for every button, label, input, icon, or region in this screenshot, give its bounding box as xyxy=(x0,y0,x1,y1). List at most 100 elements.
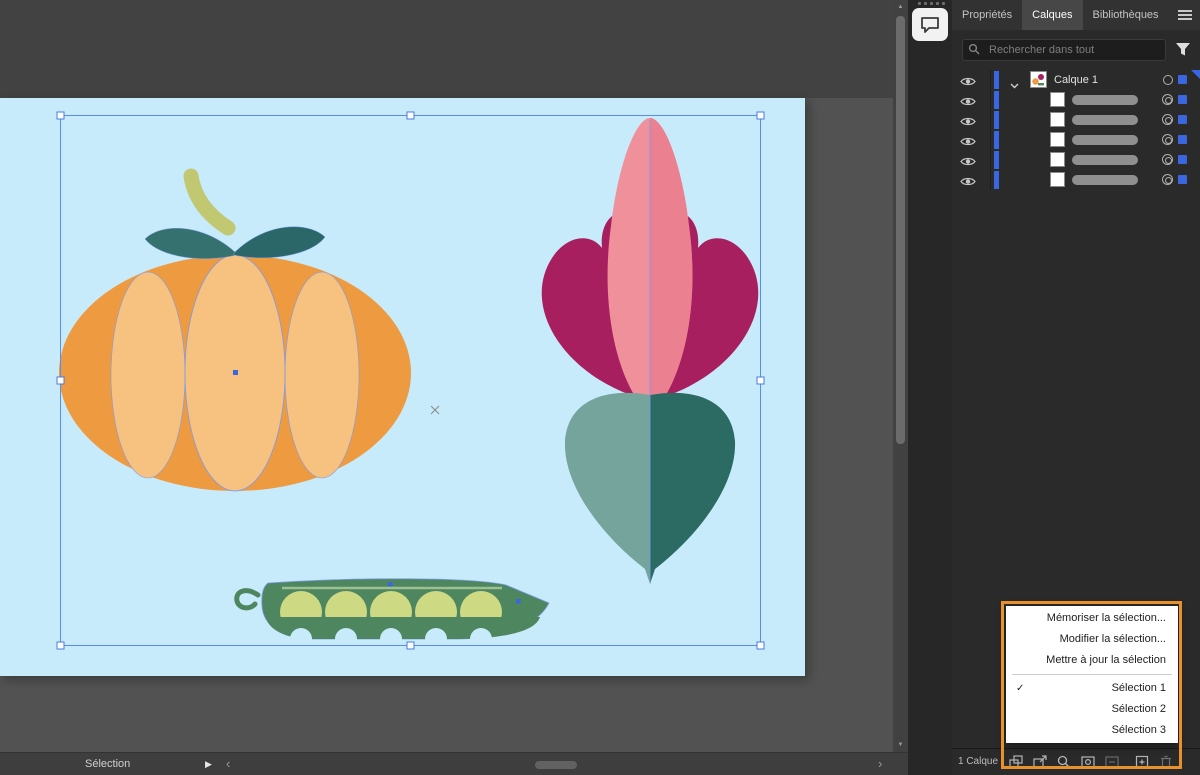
tab-bibliotheques[interactable]: Bibliothèques xyxy=(1083,0,1169,30)
beet-artwork[interactable] xyxy=(541,118,759,584)
clipping-mask-icon[interactable] xyxy=(1080,754,1096,770)
menu-separator xyxy=(1012,674,1172,675)
menu-item-selection-3[interactable]: Sélection 3 xyxy=(1006,720,1178,741)
row-divider xyxy=(990,150,991,170)
selection-square-indicator[interactable] xyxy=(1178,155,1187,164)
visibility-eye-icon[interactable] xyxy=(960,134,978,146)
collect-for-export-icon[interactable] xyxy=(1008,754,1024,770)
selection-square-indicator[interactable] xyxy=(1178,175,1187,184)
filter-icon[interactable] xyxy=(1175,42,1191,57)
hscroll-right-icon[interactable]: › xyxy=(878,756,882,771)
canvas-area[interactable]: ▲ ▼ Sélection ▶ ‹ › xyxy=(0,0,908,775)
sublayer-thumbnail[interactable] xyxy=(1050,112,1065,127)
comment-button[interactable] xyxy=(912,8,948,41)
comment-bubble-icon xyxy=(921,16,939,33)
active-tool-label: Sélection xyxy=(85,758,131,770)
panel-dock-strip xyxy=(908,0,952,775)
sublayer-name-pill xyxy=(1072,135,1138,145)
panel-menu-icon[interactable] xyxy=(1178,10,1192,20)
delete-layer-icon[interactable] xyxy=(1158,754,1174,770)
artboard[interactable] xyxy=(0,98,805,676)
selection-square-indicator[interactable] xyxy=(1178,115,1187,124)
visibility-eye-icon[interactable] xyxy=(960,74,978,86)
anchor-cross xyxy=(430,405,440,415)
selection-color-bar xyxy=(994,71,999,89)
layer-list: Calque 1 xyxy=(952,70,1200,190)
layer-row-sub[interactable] xyxy=(952,170,1200,190)
selection-color-bar xyxy=(994,91,999,109)
sublayer-name-pill xyxy=(1072,95,1138,105)
target-circle-icon[interactable] xyxy=(1162,174,1173,185)
visibility-eye-icon[interactable] xyxy=(960,174,978,186)
selection-square-indicator[interactable] xyxy=(1178,95,1187,104)
menu-item-mettre-a-jour[interactable]: Mettre à jour la sélection xyxy=(1006,650,1178,671)
selection-color-bar xyxy=(994,151,999,169)
layer-row-sub[interactable] xyxy=(952,130,1200,150)
status-play-icon[interactable]: ▶ xyxy=(205,759,212,770)
selection-square-indicator[interactable] xyxy=(1178,135,1187,144)
sublayer-thumbnail[interactable] xyxy=(1050,152,1065,167)
menu-item-modifier[interactable]: Modifier la sélection... xyxy=(1006,629,1178,650)
row-divider xyxy=(990,130,991,150)
row-divider xyxy=(990,170,991,190)
target-circle-icon[interactable] xyxy=(1162,94,1173,105)
sublayer-name-pill xyxy=(1072,155,1138,165)
target-circle-icon[interactable] xyxy=(1162,134,1173,145)
layer-row-sub[interactable] xyxy=(952,150,1200,170)
sublayer-thumbnail[interactable] xyxy=(1050,132,1065,147)
sublayer-name-pill xyxy=(1072,115,1138,125)
locate-object-icon[interactable] xyxy=(1056,754,1072,770)
layer-row-sub[interactable] xyxy=(952,110,1200,130)
sublayer-name-pill xyxy=(1072,175,1138,185)
pasteboard-top xyxy=(0,0,893,98)
selection-context-menu: Mémoriser la sélection... Modifier la sé… xyxy=(1006,606,1178,743)
layers-panel-footer: 1 Calque xyxy=(952,748,1200,775)
horizontal-scrollbar-thumb[interactable] xyxy=(535,761,577,769)
search-row xyxy=(952,36,1200,66)
sublayer-thumbnail[interactable] xyxy=(1050,172,1065,187)
new-sublayer-icon[interactable] xyxy=(1104,754,1120,770)
menu-item-selection-2[interactable]: Sélection 2 xyxy=(1006,699,1178,720)
tab-proprietes[interactable]: Propriétés xyxy=(952,0,1022,30)
vertical-scrollbar-thumb[interactable] xyxy=(896,16,905,444)
scroll-down-icon[interactable]: ▼ xyxy=(893,742,908,748)
menu-item-memoriser[interactable]: Mémoriser la sélection... xyxy=(1006,608,1178,629)
menu-item-selection-1[interactable]: ✓ Sélection 1 xyxy=(1006,678,1178,699)
target-circle-icon[interactable] xyxy=(1162,154,1173,165)
target-circle-icon[interactable] xyxy=(1163,75,1173,85)
selected-art-corner-indicator xyxy=(1191,70,1200,79)
row-divider xyxy=(990,110,991,130)
new-layer-icon[interactable] xyxy=(1134,754,1150,770)
selection-color-bar xyxy=(994,111,999,129)
sublayer-thumbnail[interactable] xyxy=(1050,92,1065,107)
document-status-bar: Sélection ▶ ‹ › xyxy=(0,752,908,775)
illustrator-window: ▲ ▼ Sélection ▶ ‹ › Propriétés Calques Bib… xyxy=(0,0,1200,775)
selection-color-bar xyxy=(994,171,999,189)
pumpkin-artwork[interactable] xyxy=(59,168,411,492)
scroll-up-icon[interactable]: ▲ xyxy=(893,4,908,10)
dock-grip xyxy=(918,2,945,5)
target-circle-icon[interactable] xyxy=(1162,114,1173,125)
selection-square-indicator[interactable] xyxy=(1178,75,1187,84)
visibility-eye-icon[interactable] xyxy=(960,114,978,126)
layer-row-sub[interactable] xyxy=(952,90,1200,110)
row-divider xyxy=(990,90,991,110)
check-icon: ✓ xyxy=(1016,683,1025,694)
layer-thumbnail[interactable] xyxy=(1030,71,1047,88)
hscroll-left-icon[interactable]: ‹ xyxy=(226,756,230,771)
layer-row-parent[interactable]: Calque 1 xyxy=(952,70,1200,90)
tab-calques[interactable]: Calques xyxy=(1022,0,1083,30)
visibility-eye-icon[interactable] xyxy=(960,154,978,166)
search-input[interactable] xyxy=(962,39,1166,61)
layer-name-label[interactable]: Calque 1 xyxy=(1054,74,1098,86)
search-icon xyxy=(968,43,980,55)
vertical-scrollbar[interactable]: ▲ ▼ xyxy=(893,0,908,752)
export-icon[interactable] xyxy=(1032,754,1048,770)
selection-color-bar xyxy=(994,131,999,149)
layer-count-label: 1 Calque xyxy=(958,756,999,767)
row-divider xyxy=(990,70,991,90)
artboard-artwork[interactable] xyxy=(0,98,805,676)
pea-pod-artwork[interactable] xyxy=(234,578,550,650)
panel-tabbar: Propriétés Calques Bibliothèques xyxy=(952,0,1200,30)
visibility-eye-icon[interactable] xyxy=(960,94,978,106)
